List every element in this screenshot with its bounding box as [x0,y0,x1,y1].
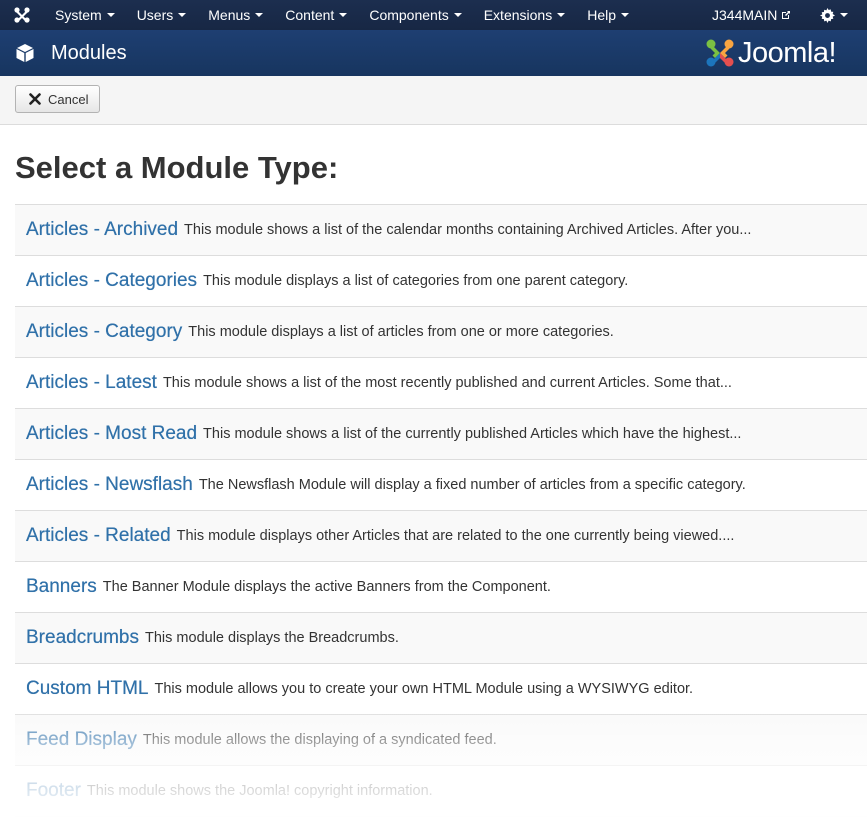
cube-icon [15,43,35,68]
module-description: The Newsflash Module will display a fixe… [198,477,746,493]
module-link[interactable]: Feed Display [26,729,137,751]
caret-down-icon [339,13,348,18]
list-item[interactable]: Feed Display This module allows the displ… [15,715,867,766]
list-item[interactable]: Articles - Most Read This module shows a … [15,409,867,460]
module-description: This module shows a list of the calendar… [184,222,752,238]
module-link[interactable]: Articles - Newsflash [26,474,193,496]
close-icon [29,93,41,105]
menu-users[interactable]: Users [126,0,198,30]
menu-extensions[interactable]: Extensions [473,0,576,30]
module-type-list: Articles - Archived This module shows a l… [15,204,867,817]
menu-help[interactable]: Help [576,0,640,30]
module-description: This module shows a list of the most rec… [162,375,732,391]
toolbar: Cancel [0,76,867,125]
caret-down-icon [557,13,566,18]
menu-system[interactable]: System [44,0,126,30]
caret-down-icon [840,13,848,18]
page-title: Modules [51,42,127,64]
module-link[interactable]: Articles - Latest [26,372,157,394]
caret-down-icon [453,13,462,18]
module-link[interactable]: Custom HTML [26,678,148,700]
list-item[interactable]: Articles - Newsflash The Newsflash Module… [15,460,867,511]
module-description: This module allows the displaying of a s… [142,732,497,748]
menu-components[interactable]: Components [358,0,472,30]
module-description: This module displays other Articles that… [176,528,735,544]
list-item[interactable]: Articles - Archived This module shows a l… [15,205,867,256]
brand-wordmark: Joomla! [738,36,837,69]
page-header: Modules Joomla! [0,30,867,76]
module-link[interactable]: Articles - Archived [26,219,178,241]
menu-content[interactable]: Content [274,0,358,30]
gear-icon [820,7,835,23]
module-link[interactable]: Footer [26,780,81,802]
module-link[interactable]: Articles - Categories [26,270,197,292]
list-item[interactable]: Articles - Latest This module shows a lis… [15,358,867,409]
select-module-heading: Select a Module Type: [15,150,339,185]
list-item[interactable]: Articles - Categories This module display… [15,256,867,307]
settings-dropdown[interactable] [820,0,848,30]
module-link[interactable]: Articles - Most Read [26,423,197,445]
menu-menus[interactable]: Menus [197,0,274,30]
list-item[interactable]: Custom HTML This module allows you to cre… [15,664,867,715]
module-description: This module shows a list of the currentl… [203,426,742,442]
list-item[interactable]: Footer This module shows the Joomla! copy… [15,766,867,817]
caret-down-icon [106,13,115,18]
module-description: This module displays a list of articles … [188,324,614,340]
module-link[interactable]: Banners [26,576,97,598]
top-navbar: System Users Menus Content Components Ex… [0,0,867,30]
list-item[interactable]: Articles - Category This module displays … [15,307,867,358]
module-description: This module allows you to create your ow… [154,681,694,697]
cancel-button[interactable]: Cancel [15,85,100,113]
module-link[interactable]: Articles - Related [26,525,171,547]
joomla-brand: Joomla! [705,36,837,70]
module-description: This module shows the Joomla! copyright … [86,783,433,799]
list-item[interactable]: Articles - Related This module displays o… [15,511,867,562]
module-description: This module displays a list of categorie… [203,273,629,289]
site-name: J344MAIN [712,7,778,23]
cancel-label: Cancel [48,91,89,107]
module-description: This module displays the Breadcrumbs. [145,630,399,646]
main-menu: System Users Menus Content Components Ex… [44,0,640,30]
site-link[interactable]: J344MAIN [712,0,791,30]
caret-down-icon [255,13,264,18]
external-link-icon [777,7,791,23]
caret-down-icon [621,13,629,18]
module-description: The Banner Module displays the active Ba… [102,579,551,595]
module-link[interactable]: Breadcrumbs [26,627,139,649]
joomla-brand-logo-icon [706,39,734,67]
caret-down-icon [178,13,187,18]
list-item[interactable]: Banners The Banner Module displays the ac… [15,562,867,613]
list-item[interactable]: Breadcrumbs This module displays the Brea… [15,613,867,664]
joomla-logo-icon[interactable] [13,6,31,24]
module-link[interactable]: Articles - Category [26,321,182,343]
